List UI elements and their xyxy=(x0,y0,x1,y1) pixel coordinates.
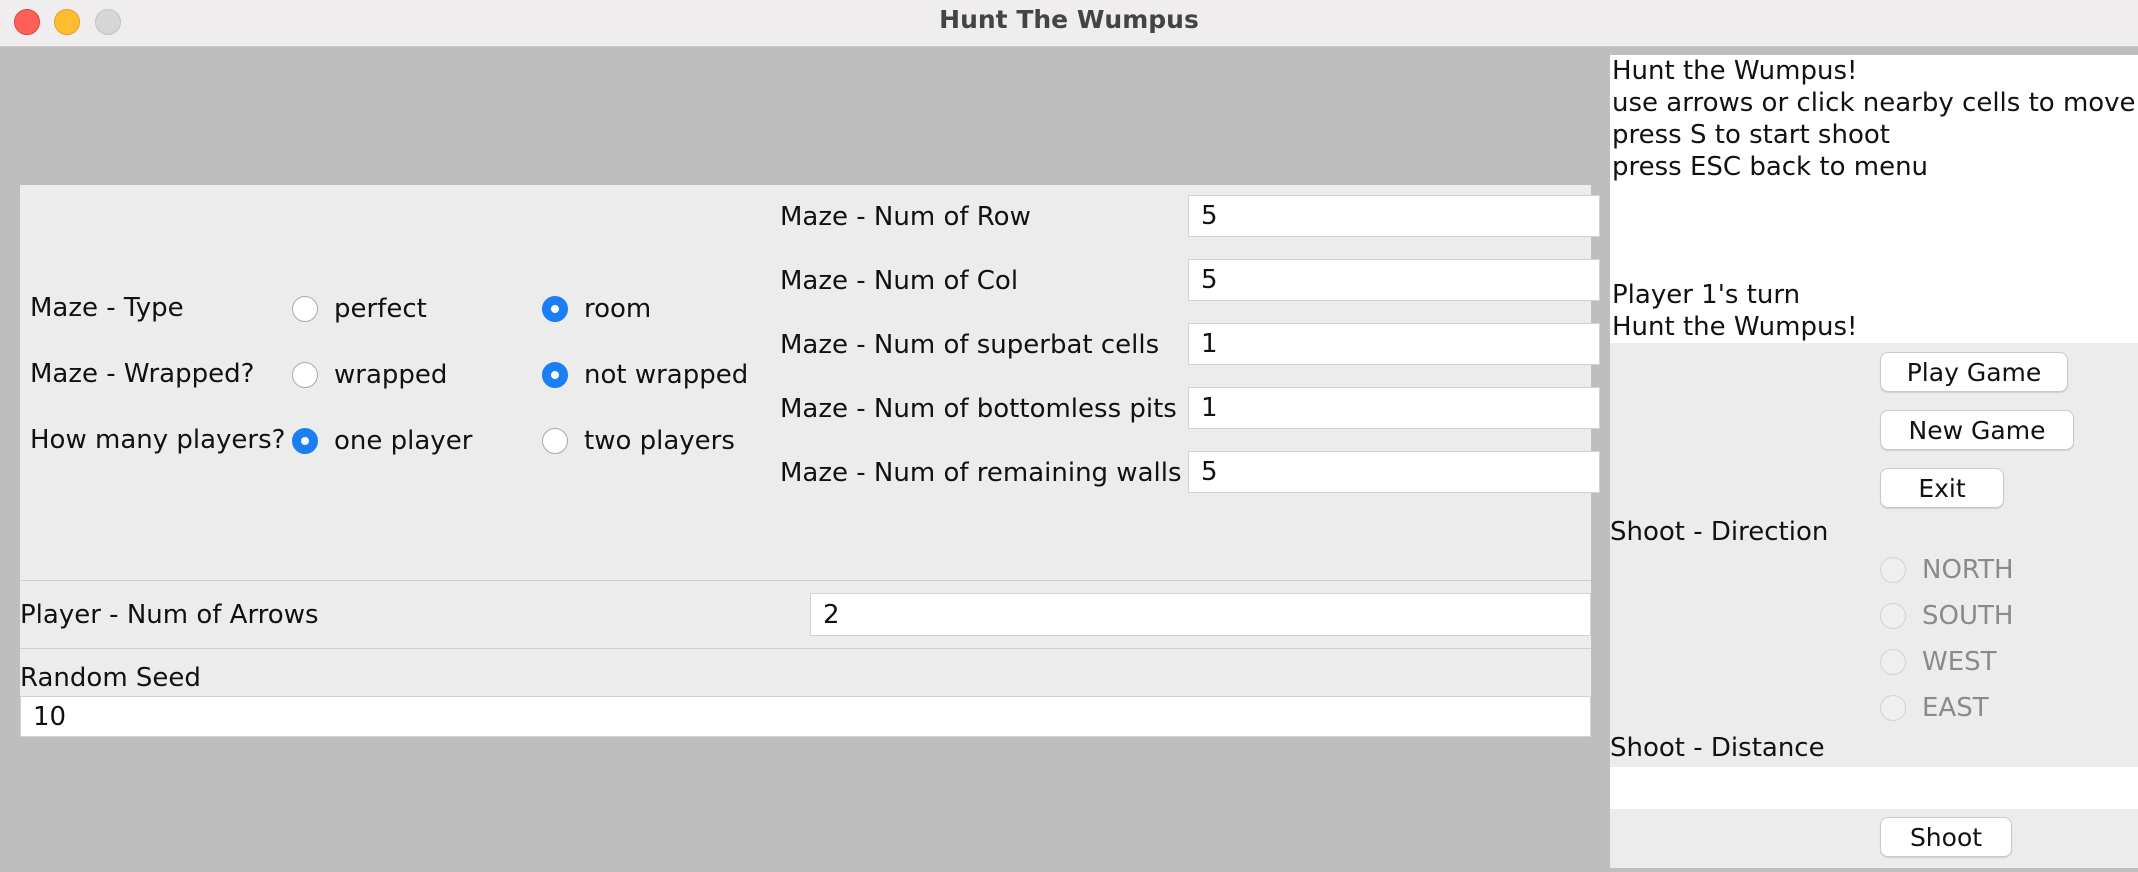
shoot-button[interactable]: Shoot xyxy=(1880,817,2012,857)
radio-perfect-label: perfect xyxy=(334,294,427,324)
radio-south-label: SOUTH xyxy=(1922,601,2014,631)
random-seed-field[interactable] xyxy=(20,696,1591,737)
maze-wrapped-label: Maze - Wrapped? xyxy=(30,359,255,389)
radio-west[interactable] xyxy=(1880,649,1906,675)
radio-east-label: EAST xyxy=(1922,693,1989,723)
one-player-option[interactable]: one player xyxy=(292,426,472,456)
radio-west-label: WEST xyxy=(1922,647,1997,677)
radio-north-label: NORTH xyxy=(1922,555,2014,585)
maze-wrapped-option[interactable]: wrapped xyxy=(292,360,447,390)
direction-west-option[interactable]: WEST xyxy=(1880,647,1997,677)
message-line: Hunt the Wumpus! xyxy=(1612,56,1858,86)
radio-one-player-label: one player xyxy=(334,426,473,456)
num-rows-label: Maze - Num of Row xyxy=(780,202,1031,232)
radio-perfect[interactable] xyxy=(292,296,318,322)
game-side-panel: Hunt the Wumpus! use arrows or click nea… xyxy=(1610,55,2138,868)
players-label: How many players? xyxy=(30,425,286,455)
radio-wrapped-label: wrapped xyxy=(334,360,448,390)
direction-east-option[interactable]: EAST xyxy=(1880,693,1989,723)
play-game-button[interactable]: Play Game xyxy=(1880,352,2068,392)
shoot-direction-label: Shoot - Direction xyxy=(1610,517,1829,547)
direction-north-option[interactable]: NORTH xyxy=(1880,555,2014,585)
settings-panel: Maze - Type perfect room Maze - Wrapped?… xyxy=(20,185,1600,737)
message-line: use arrows or click nearby cells to move xyxy=(1612,88,2136,118)
message-area: Hunt the Wumpus! use arrows or click nea… xyxy=(1610,55,2138,343)
radio-not-wrapped-label: not wrapped xyxy=(584,360,749,390)
maze-type-room-option[interactable]: room xyxy=(542,294,651,324)
title-bar: Hunt The Wumpus xyxy=(0,0,2138,47)
two-players-option[interactable]: two players xyxy=(542,426,735,456)
walls-field[interactable] xyxy=(1188,451,1600,493)
pits-field[interactable] xyxy=(1188,387,1600,429)
radio-room-label: room xyxy=(584,294,652,324)
num-rows-field[interactable] xyxy=(1188,195,1600,237)
exit-button[interactable]: Exit xyxy=(1880,468,2004,508)
turn-status: Player 1's turn xyxy=(1612,280,1801,310)
maze-not-wrapped-option[interactable]: not wrapped xyxy=(542,360,748,390)
maze-type-perfect-option[interactable]: perfect xyxy=(292,294,427,324)
radio-room[interactable] xyxy=(542,296,568,322)
num-cols-field[interactable] xyxy=(1188,259,1600,301)
maze-type-label: Maze - Type xyxy=(30,293,184,323)
window-title: Hunt The Wumpus xyxy=(939,5,1199,34)
message-line: press ESC back to menu xyxy=(1612,152,1929,182)
message-line: Hunt the Wumpus! xyxy=(1612,312,1858,342)
radio-two-players-label: two players xyxy=(584,426,735,456)
radio-two-players[interactable] xyxy=(542,428,568,454)
new-game-button[interactable]: New Game xyxy=(1880,410,2074,450)
num-cols-label: Maze - Num of Col xyxy=(780,266,1019,296)
divider xyxy=(20,648,1591,649)
walls-label: Maze - Num of remaining walls xyxy=(780,458,1182,488)
shoot-distance-label: Shoot - Distance xyxy=(1610,733,1825,763)
radio-not-wrapped[interactable] xyxy=(542,362,568,388)
radio-wrapped[interactable] xyxy=(292,362,318,388)
divider xyxy=(20,580,1591,581)
radio-south[interactable] xyxy=(1880,603,1906,629)
arrows-label: Player - Num of Arrows xyxy=(20,600,319,630)
shoot-distance-field[interactable] xyxy=(1610,767,2138,809)
arrows-field[interactable] xyxy=(810,593,1591,636)
radio-north[interactable] xyxy=(1880,557,1906,583)
radio-east[interactable] xyxy=(1880,695,1906,721)
message-line: press S to start shoot xyxy=(1612,120,1890,150)
superbat-field[interactable] xyxy=(1188,323,1600,365)
superbat-label: Maze - Num of superbat cells xyxy=(780,330,1160,360)
direction-south-option[interactable]: SOUTH xyxy=(1880,601,2013,631)
pits-label: Maze - Num of bottomless pits xyxy=(780,394,1177,424)
radio-one-player[interactable] xyxy=(292,428,318,454)
random-seed-label: Random Seed xyxy=(20,663,201,693)
